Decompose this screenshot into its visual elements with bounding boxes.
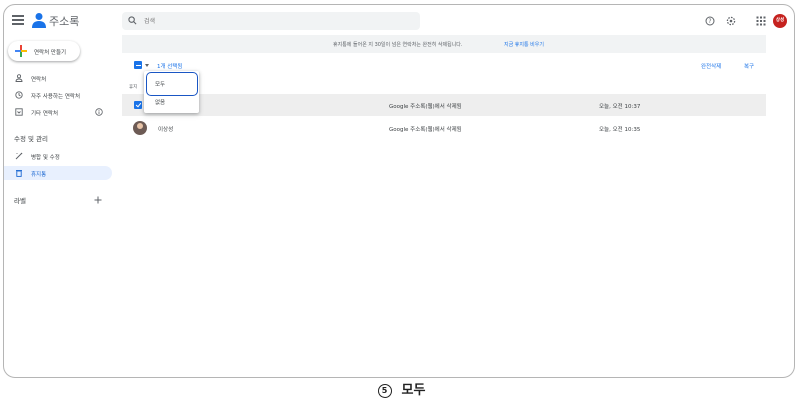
selected-count: 1개 선택됨 bbox=[157, 64, 183, 70]
sidebar-item-label: 휴지통 bbox=[31, 171, 47, 178]
section-title-fix-manage: 수정 및 관리 bbox=[14, 135, 49, 143]
sidebar-item-label: 기타 연락처 bbox=[31, 110, 59, 117]
search-box[interactable] bbox=[122, 12, 420, 30]
svg-text:?: ? bbox=[708, 18, 711, 25]
add-label-icon[interactable] bbox=[94, 196, 102, 204]
table-row[interactable]: Google 주소록(웹)에서 삭제됨 오늘, 오전 10:37 bbox=[122, 94, 766, 116]
create-contact-label: 연락처 만들기 bbox=[34, 50, 67, 56]
trash-info-banner: 휴지통에 들어온 지 30일이 넘은 연락처는 완전히 삭제됩니다. 지금 휴지… bbox=[122, 35, 766, 53]
sidebar-item-trash[interactable]: 휴지통 bbox=[4, 166, 112, 180]
create-contact-button[interactable]: 연락처 만들기 bbox=[8, 41, 80, 61]
contact-download-icon bbox=[15, 108, 23, 116]
sidebar-item-label: 병합 및 수정 bbox=[31, 154, 60, 161]
info-icon[interactable] bbox=[95, 108, 103, 116]
column-header: 휴지 bbox=[129, 85, 138, 90]
apps-grid-icon[interactable] bbox=[756, 16, 766, 26]
search-input[interactable] bbox=[144, 14, 404, 28]
search-icon bbox=[128, 16, 137, 25]
account-avatar[interactable]: 상성 bbox=[773, 14, 787, 28]
step-caption: 5 모두 bbox=[0, 379, 803, 403]
plus-icon bbox=[15, 45, 27, 57]
step-text: 모두 bbox=[401, 383, 426, 398]
contacts-logo-icon bbox=[32, 13, 46, 28]
settings-gear-icon[interactable] bbox=[726, 16, 736, 26]
delete-time: 오늘, 오전 10:37 bbox=[599, 104, 641, 110]
section-title-labels: 라벨 bbox=[14, 197, 26, 205]
contact-name: 이상성 bbox=[158, 127, 174, 133]
sidebar-item-merge-fix[interactable]: 병합 및 수정 bbox=[4, 149, 112, 163]
delete-forever-button[interactable]: 완전삭제 bbox=[701, 62, 721, 70]
sidebar-item-contacts[interactable]: 연락처 bbox=[4, 71, 112, 85]
delete-reason: Google 주소록(웹)에서 삭제됨 bbox=[389, 127, 462, 133]
dropdown-item-label: 없음 bbox=[155, 100, 166, 106]
step-number: 5 bbox=[377, 384, 392, 398]
sidebar-item-label: 자주 사용하는 연락처 bbox=[31, 93, 81, 100]
restore-button[interactable]: 복구 bbox=[744, 62, 754, 70]
top-bar: 주소록 ? 상성 bbox=[4, 5, 794, 35]
delete-time: 오늘, 오전 10:35 bbox=[599, 127, 641, 133]
history-icon bbox=[15, 91, 23, 99]
highlight-box bbox=[146, 72, 198, 96]
app-title: 주소록 bbox=[49, 15, 80, 28]
sidebar-item-label: 연락처 bbox=[31, 76, 47, 83]
empty-trash-link[interactable]: 지금 휴지통 비우기 bbox=[504, 41, 544, 48]
select-menu-caret-icon[interactable] bbox=[145, 64, 149, 67]
row-checkbox[interactable] bbox=[134, 101, 142, 109]
main-menu-icon[interactable] bbox=[12, 15, 24, 25]
sidebar-item-frequent[interactable]: 자주 사용하는 연락처 bbox=[4, 88, 112, 102]
help-icon[interactable]: ? bbox=[705, 16, 715, 26]
trash-icon bbox=[16, 170, 22, 177]
banner-text: 휴지통에 들어온 지 30일이 넘은 연락처는 완전히 삭제됩니다. bbox=[333, 42, 463, 48]
app-window: 주소록 ? 상성 bbox=[3, 4, 795, 378]
table-row[interactable]: 이상성 Google 주소록(웹)에서 삭제됨 오늘, 오전 10:35 bbox=[122, 117, 766, 139]
contact-avatar bbox=[133, 121, 147, 135]
auto-fix-icon bbox=[15, 152, 23, 160]
sidebar-item-other-contacts[interactable]: 기타 연락처 bbox=[4, 105, 112, 119]
person-icon bbox=[15, 74, 23, 82]
delete-reason: Google 주소록(웹)에서 삭제됨 bbox=[389, 104, 462, 110]
select-all-checkbox[interactable] bbox=[134, 61, 142, 69]
